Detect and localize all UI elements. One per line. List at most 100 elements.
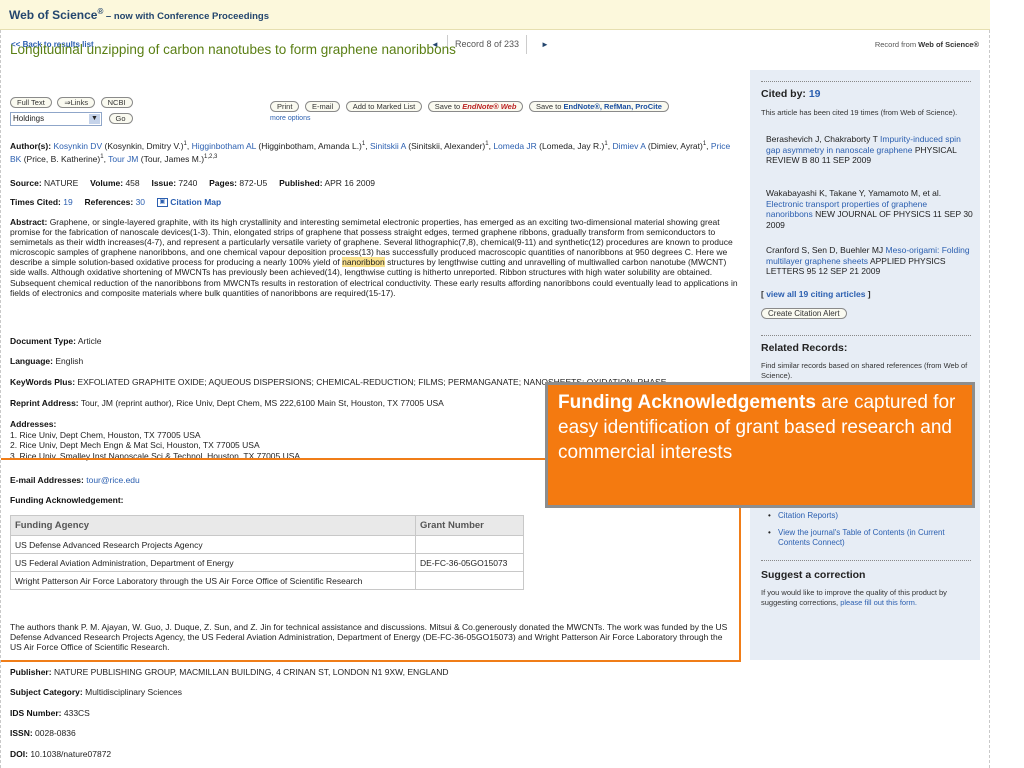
create-alert-row: Create Citation Alert — [761, 308, 973, 319]
document-type-line: Document Type: Article — [10, 336, 738, 347]
record-source: Record from Web of Science® — [875, 40, 979, 49]
full-text-button[interactable]: Full Text — [10, 97, 52, 108]
author-link[interactable]: Dimiev A — [612, 141, 645, 151]
links-button[interactable]: ⇒Links — [57, 97, 96, 108]
published-label: Published: — [279, 178, 323, 188]
impact-factor-link[interactable]: Citation Reports) — [766, 511, 971, 521]
ids-label: IDS Number: — [10, 708, 62, 718]
funding-label: Funding Acknowledgement: — [10, 495, 124, 505]
abstract-label: Abstract: — [10, 217, 48, 227]
top-banner: Web of Science® – now with Conference Pr… — [0, 0, 990, 30]
create-citation-alert-button[interactable]: Create Citation Alert — [761, 308, 847, 319]
reprint-value: Tour, JM (reprint author), Rice Univ, De… — [80, 398, 444, 408]
sidebar-divider — [761, 81, 971, 82]
add-to-marked-list-button[interactable]: Add to Marked List — [345, 101, 423, 112]
funding-row: US Federal Aviation Administration, Depa… — [10, 553, 524, 572]
suggest-correction-heading: Suggest a correction — [761, 569, 866, 581]
funding-row: US Defense Advanced Research Projects Ag… — [10, 535, 524, 554]
access-buttons: Full Text ⇒Links NCBI — [10, 97, 136, 108]
cited-note: This article has been cited 19 times (fr… — [761, 108, 958, 117]
author-full-name: (Kosynkin, Dmitry V.) — [102, 140, 184, 151]
funding-table-body: US Defense Advanced Research Projects Ag… — [10, 535, 524, 590]
grant-number-header: Grant Number — [415, 515, 524, 536]
author-list: Kosynkin DV (Kosynkin, Dmitry V.)1, Higg… — [10, 141, 730, 164]
holdings-value: Holdings — [13, 114, 45, 123]
funding-agency-cell: US Federal Aviation Administration, Depa… — [10, 553, 416, 572]
endnote-web-label: EndNote® Web — [462, 102, 517, 111]
pages-label: Pages: — [209, 178, 238, 188]
references-label: References: — [84, 197, 134, 207]
more-options-link[interactable]: more options — [270, 115, 310, 122]
author-link[interactable]: Lomeda JR — [493, 141, 536, 151]
callout-heading: Funding Acknowledgements — [558, 392, 816, 413]
sidebar: Cited by: 19 This article has been cited… — [750, 70, 980, 660]
citing-article-authors: Wakabayashi K, Takane Y, Yamamoto M, et … — [766, 188, 942, 198]
author-link[interactable]: Kosynkin DV — [53, 141, 102, 151]
cited-by-count-link[interactable]: 19 — [809, 88, 821, 100]
abstract: Abstract: Graphene, or single-layered gr… — [10, 217, 738, 298]
grant-number-cell: DE-FC-36-05GO15073 — [415, 553, 524, 572]
related-records-heading: Related Records: — [761, 342, 848, 354]
grant-number-cell — [415, 571, 524, 590]
volume-label: Volume: — [90, 178, 124, 188]
document-type-label: Document Type: — [10, 336, 76, 346]
citing-article-authors: Berashevich J, Chakraborty T — [766, 134, 881, 144]
brand-reg: ® — [97, 7, 104, 16]
save-prefix: Save to — [434, 102, 463, 111]
source-line: Source: NATURE Volume: 458 Issue: 7240 P… — [10, 178, 738, 189]
related-note: Find similar records based on shared ref… — [761, 361, 968, 380]
save-prefix: Save to — [535, 102, 564, 111]
go-button[interactable]: Go — [108, 113, 133, 125]
author-link[interactable]: Sinitskii A — [370, 141, 406, 151]
keywords-label: KeyWords Plus: — [10, 377, 76, 387]
author-full-name: (Lomeda, Jay R.) — [536, 140, 605, 151]
chevron-down-icon[interactable]: ▼ — [89, 114, 100, 124]
citation-map-link[interactable]: Citation Map — [170, 197, 221, 207]
citation-map-icon[interactable]: ▣ — [156, 198, 168, 208]
publisher-value: NATURE PUBLISHING GROUP, MACMILLAN BUILD… — [53, 667, 449, 677]
times-cited-link[interactable]: 19 — [63, 197, 72, 207]
brand-name: Web of Science — [9, 8, 98, 22]
save-to-endnote-web-button[interactable]: Save to EndNote® Web — [427, 101, 524, 112]
view-all-citing-link[interactable]: view all 19 citing articles — [766, 289, 865, 299]
author-full-name: (Price, B. Katherine) — [21, 154, 101, 165]
subject-label: Subject Category: — [10, 687, 83, 697]
brand-tagline: – now with Conference Proceedings — [105, 11, 270, 22]
print-button[interactable]: Print — [270, 101, 300, 112]
author-affiliation-number: 1,2,3 — [204, 154, 218, 161]
table-of-contents-link[interactable]: View the journal's Table of Contents (in… — [766, 528, 971, 548]
next-record-icon[interactable]: ► — [541, 40, 549, 49]
record-source-name: Web of Science® — [918, 40, 979, 49]
author-link[interactable]: Higginbotham AL — [192, 141, 256, 151]
subject-line: Subject Category: Multidisciplinary Scie… — [10, 687, 738, 698]
references-link[interactable]: 30 — [136, 197, 145, 207]
volume-value: 458 — [125, 178, 140, 188]
email-button[interactable]: E-mail — [304, 101, 341, 112]
ncbi-button[interactable]: NCBI — [100, 97, 133, 108]
save-to-endnote-refman-button[interactable]: Save to EndNote®, RefMan, ProCite — [528, 101, 669, 112]
funding-row: Wright Patterson Air Force Laboratory th… — [10, 571, 524, 590]
funding-text: The authors thank P. M. Ajayan, W. Guo, … — [10, 622, 728, 652]
view-all-row: [ view all 19 citing articles ] — [761, 289, 973, 300]
sidebar-divider — [761, 560, 971, 561]
funding-agency-header: Funding Agency — [10, 515, 416, 536]
ids-line: IDS Number: 433CS — [10, 708, 738, 719]
authors-line: Author(s): Kosynkin DV (Kosynkin, Dmitry… — [10, 139, 738, 166]
subject-value: Multidisciplinary Sciences — [85, 687, 182, 697]
issn-value: 0028-0836 — [35, 728, 76, 738]
abstract-highlight: nanoribbon — [342, 257, 385, 268]
web-of-science-logo[interactable]: Web of Science® — [9, 7, 104, 22]
cited-by-label: Cited by: — [761, 88, 806, 100]
language-value: English — [55, 356, 84, 366]
citing-article: Cranford S, Sen D, Buehler MJ Meso-origa… — [766, 245, 976, 277]
language-line: Language: English — [10, 356, 738, 367]
document-type-value: Article — [77, 336, 102, 346]
issue-value: 7240 — [178, 178, 198, 188]
author-link[interactable]: Tour JM — [108, 154, 138, 164]
language-label: Language: — [10, 356, 53, 366]
suggest-correction-link[interactable]: please fill out this form. — [840, 598, 917, 607]
holdings-select[interactable]: Holdings ▼ — [10, 112, 102, 126]
times-cited-label: Times Cited: — [10, 197, 61, 207]
suggest-correction-text: If you would like to improve the quality… — [761, 588, 973, 607]
issn-line: ISSN: 0028-0836 — [10, 728, 738, 739]
